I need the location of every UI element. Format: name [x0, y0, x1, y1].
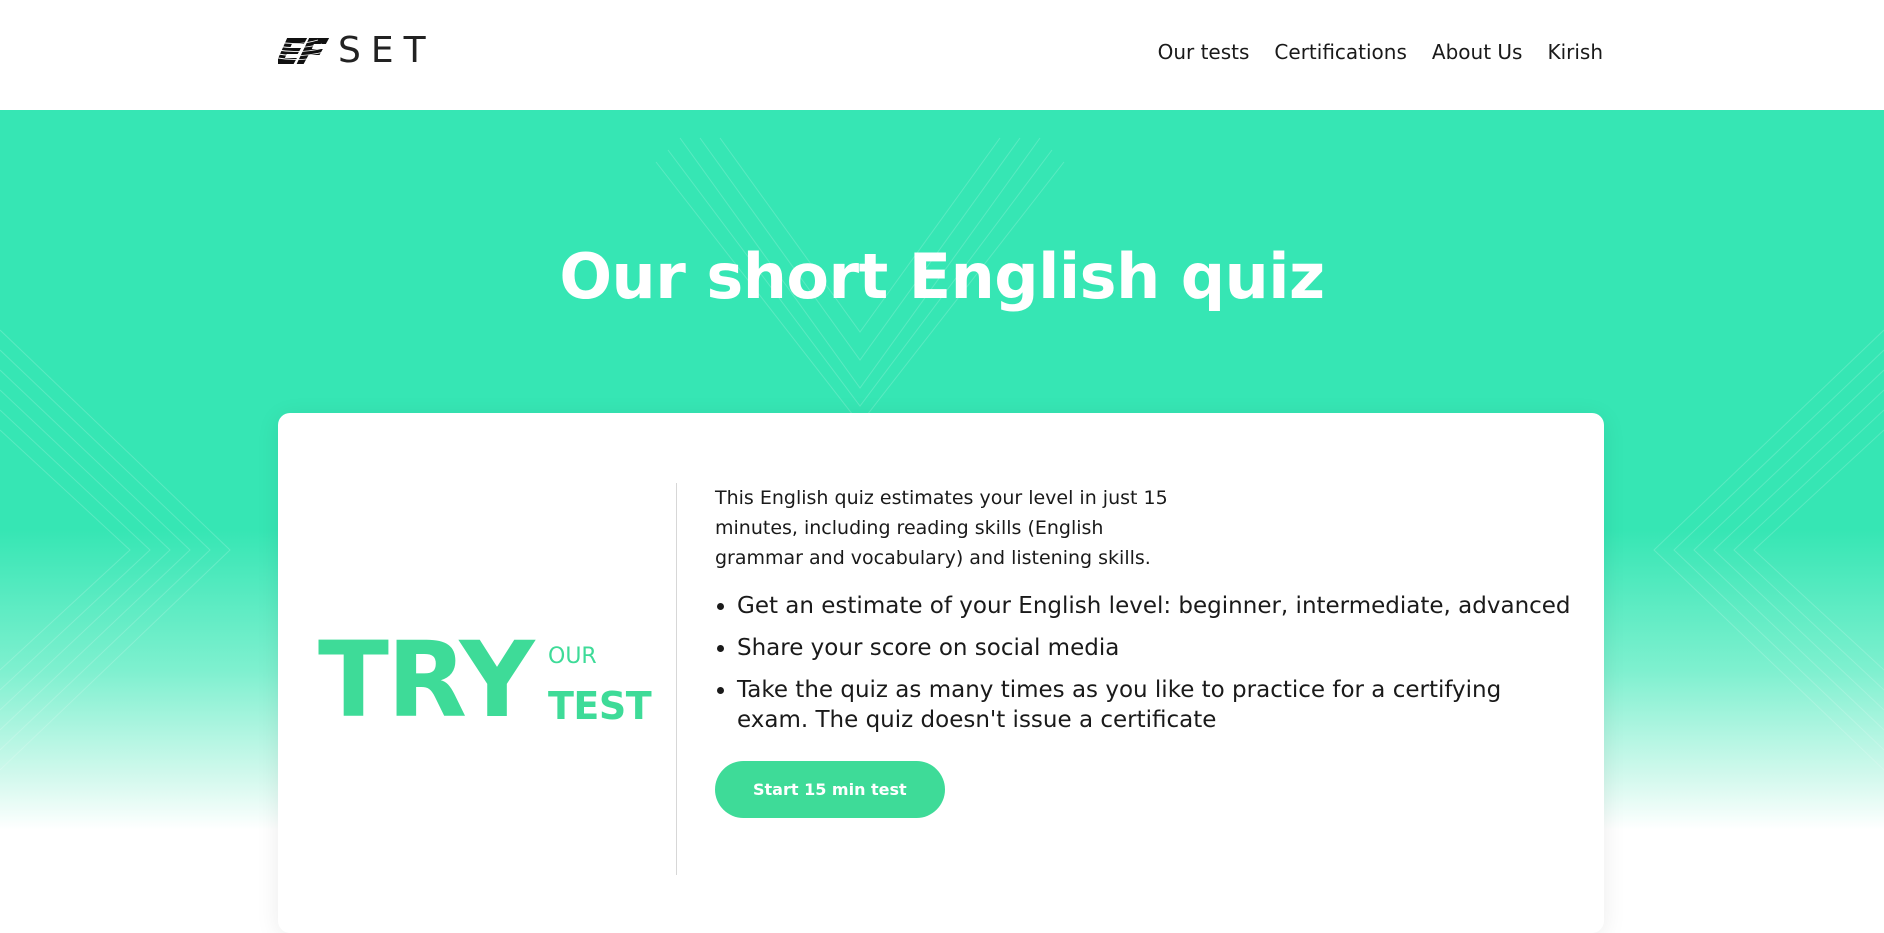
- nav-about-us[interactable]: About Us: [1432, 40, 1523, 64]
- feature-item: Share your score on social media: [737, 633, 1575, 663]
- feature-list: Get an estimate of your English level: b…: [715, 591, 1575, 735]
- quiz-intro-text: This English quiz estimates your level i…: [715, 487, 1168, 569]
- our-word: OUR: [548, 644, 597, 669]
- try-our-test-graphic: TRY OUR TEST: [318, 628, 658, 748]
- quiz-card: TRY OUR TEST This English quiz estimates…: [278, 413, 1604, 933]
- nav-certifications[interactable]: Certifications: [1274, 40, 1406, 64]
- page-title: Our short English quiz: [559, 240, 1325, 313]
- card-content: This English quiz estimates your level i…: [715, 483, 1575, 818]
- card-divider: [676, 483, 677, 875]
- test-word: TEST: [548, 684, 652, 728]
- efset-logo[interactable]: SET: [278, 30, 436, 71]
- logo-text: SET: [338, 30, 436, 71]
- start-test-button[interactable]: Start 15 min test: [715, 761, 945, 818]
- nav-our-tests[interactable]: Our tests: [1158, 40, 1250, 64]
- ef-logo-icon: [278, 38, 330, 64]
- try-word: TRY: [318, 619, 535, 741]
- main-nav: Our tests Certifications About Us Kirish: [1158, 40, 1603, 64]
- feature-item: Take the quiz as many times as you like …: [737, 675, 1575, 735]
- nav-login[interactable]: Kirish: [1547, 40, 1603, 64]
- feature-item: Get an estimate of your English level: b…: [737, 591, 1575, 621]
- site-header: SET Our tests Certifications About Us Ki…: [0, 0, 1884, 110]
